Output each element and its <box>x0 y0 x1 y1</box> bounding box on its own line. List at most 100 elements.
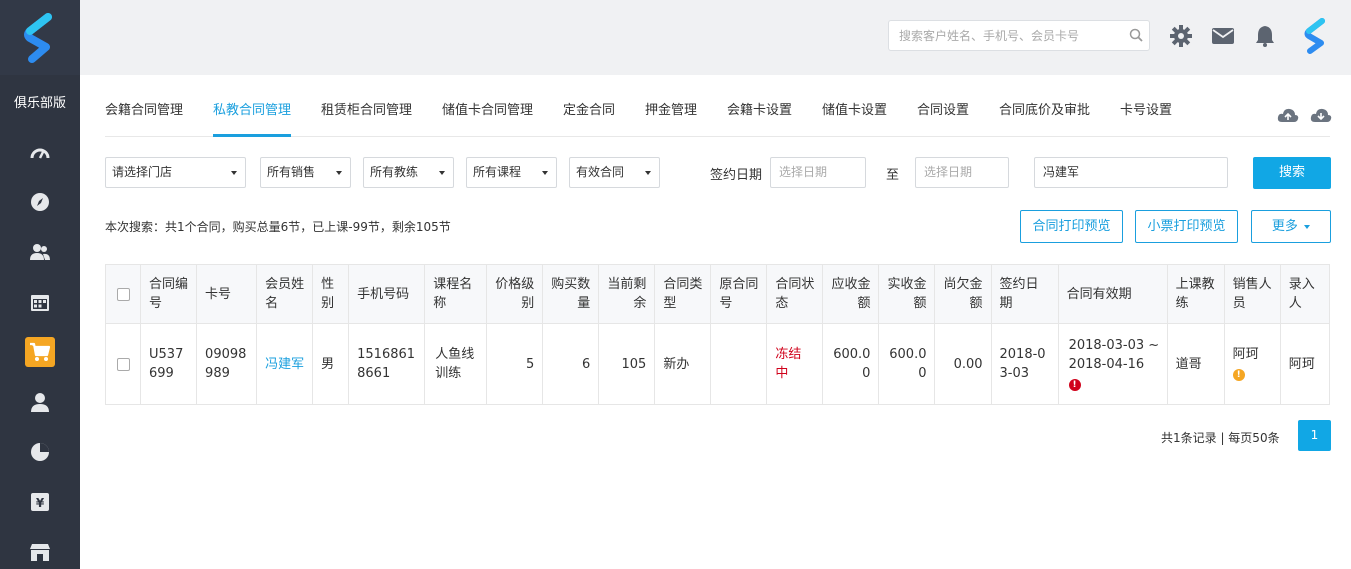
col-sign-date: 签约日期 <box>990 264 1059 324</box>
cell-validity: 2018-03-03 ~ 2018-04-16 ! <box>1057 323 1168 405</box>
select-all-checkbox[interactable] <box>116 287 130 301</box>
date-range-to-label: 至 <box>886 168 900 183</box>
course-select-value: 所有课程 <box>473 165 522 179</box>
cell-owed: 0.00 <box>934 323 992 405</box>
col-gender: 性别 <box>312 264 350 324</box>
svg-text:¥: ¥ <box>36 496 45 510</box>
search-button[interactable]: 搜索 <box>1253 157 1331 189</box>
date-from-field[interactable]: 选择日期 <box>770 157 866 188</box>
search-icon[interactable] <box>1129 28 1143 46</box>
sales-select[interactable]: 所有销售 <box>260 157 351 188</box>
cell-remaining: 105 <box>598 323 656 405</box>
date-to-field[interactable]: 选择日期 <box>915 157 1009 188</box>
warning-icon[interactable]: ! <box>1232 369 1245 381</box>
col-purchase-qty: 购买数量 <box>542 264 600 324</box>
sales-name: 阿珂 <box>1232 347 1259 362</box>
store-select-value: 请选择门店 <box>112 165 173 179</box>
contract-status-select[interactable]: 有效合同 <box>569 157 660 188</box>
cell-contract-no: U537699 <box>140 323 198 405</box>
bell-icon[interactable] <box>1253 24 1277 48</box>
sidebar-item-contracts[interactable] <box>0 327 80 377</box>
app-logo[interactable] <box>0 0 80 75</box>
keyword-input[interactable]: 冯建军 <box>1034 157 1228 188</box>
chevron-down-icon <box>542 171 548 175</box>
cell-gender: 男 <box>312 323 350 405</box>
col-course: 课程名称 <box>424 264 488 324</box>
course-select[interactable]: 所有课程 <box>466 157 557 188</box>
coach-select[interactable]: 所有教练 <box>363 157 454 188</box>
alert-icon[interactable]: ! <box>1068 378 1081 391</box>
tab-membership-card-settings[interactable]: 会籍卡设置 <box>727 86 792 137</box>
page-button-current[interactable]: 1 <box>1298 420 1331 451</box>
tab-locker-contracts[interactable]: 租赁柜合同管理 <box>321 86 412 137</box>
cell-original-contract <box>710 323 768 405</box>
sidebar-item-dashboard[interactable] <box>0 127 80 177</box>
contract-print-preview-button[interactable]: 合同打印预览 <box>1020 210 1123 243</box>
sidebar-item-store[interactable] <box>0 527 80 569</box>
cell-sales: 阿珂 ! <box>1223 323 1281 405</box>
col-member-name: 会员姓名 <box>256 264 314 324</box>
col-sales: 销售人员 <box>1223 264 1281 324</box>
cell-card-no: 09098989 <box>196 323 258 405</box>
tab-stored-value-contracts[interactable]: 储值卡合同管理 <box>442 86 533 137</box>
col-status: 合同状态 <box>766 264 824 324</box>
mail-icon[interactable] <box>1211 24 1235 48</box>
cloud-upload-icon[interactable] <box>1277 107 1299 127</box>
contracts-table: 合同编号 卡号 会员姓名 性别 手机号码 课程名称 价格级别 购买数量 当前剩余… <box>104 264 1331 405</box>
cell-purchase-qty: 6 <box>542 323 600 405</box>
calendar-icon <box>25 287 55 317</box>
cell-member-name-link[interactable]: 冯建军 <box>256 323 314 405</box>
search-summary: 本次搜索：共1个合同，购买总量6节，已上课-99节，剩余105节 <box>105 220 451 234</box>
tab-card-number-settings[interactable]: 卡号设置 <box>1120 86 1172 137</box>
tab-stored-value-card-settings[interactable]: 储值卡设置 <box>822 86 887 137</box>
global-search[interactable] <box>888 20 1150 51</box>
tab-private-coaching-contracts[interactable]: 私教合同管理 <box>213 86 292 137</box>
tab-contract-settings[interactable]: 合同设置 <box>917 86 969 137</box>
user-icon <box>25 387 55 417</box>
contract-status-select-value: 有效合同 <box>576 165 625 179</box>
yen-icon: ¥ <box>25 487 55 517</box>
cloud-download-icon[interactable] <box>1310 107 1332 127</box>
gear-icon[interactable] <box>1169 24 1193 48</box>
table-header-row: 合同编号 卡号 会员姓名 性别 手机号码 课程名称 价格级别 购买数量 当前剩余… <box>104 264 1331 324</box>
col-owed: 尚欠金额 <box>934 264 992 324</box>
sidebar-item-reports[interactable] <box>0 427 80 477</box>
sidebar-item-members[interactable] <box>0 227 80 277</box>
tab-security-deposit[interactable]: 押金管理 <box>645 86 697 137</box>
tab-base-price-approval[interactable]: 合同底价及审批 <box>999 86 1090 137</box>
sidebar-item-compass[interactable] <box>0 177 80 227</box>
chevron-down-icon <box>231 171 237 175</box>
club-edition-label: 俱乐部版 <box>13 95 66 111</box>
compass-icon <box>25 187 55 217</box>
top-header <box>80 0 1351 75</box>
cell-sign-date: 2018-03-03 <box>990 323 1059 405</box>
table-row[interactable]: U537699 09098989 冯建军 男 15168618661 人鱼线训练… <box>104 323 1331 405</box>
cell-contract-type: 新办 <box>654 323 712 405</box>
store-select[interactable]: 请选择门店 <box>105 157 246 188</box>
tab-membership-contracts[interactable]: 会籍合同管理 <box>105 86 183 137</box>
contract-tabs: 会籍合同管理 私教合同管理 租赁柜合同管理 储值卡合同管理 定金合同 押金管理 … <box>105 86 1330 137</box>
sales-select-value: 所有销售 <box>267 165 316 179</box>
tab-deposit-contracts[interactable]: 定金合同 <box>563 86 615 137</box>
sidebar-item-schedule[interactable] <box>0 277 80 327</box>
col-coach: 上课教练 <box>1166 264 1225 324</box>
receipt-print-preview-button[interactable]: 小票打印预览 <box>1135 210 1238 243</box>
col-receivable: 应收金额 <box>822 264 880 324</box>
dashboard-icon <box>25 137 55 167</box>
col-card-no: 卡号 <box>196 264 258 324</box>
sidebar-item-staff[interactable] <box>0 377 80 427</box>
col-original-contract: 原合同号 <box>710 264 768 324</box>
chevron-down-icon <box>645 171 651 175</box>
global-search-input[interactable] <box>889 21 1124 50</box>
logo-icon <box>24 12 52 63</box>
sidebar-item-finance[interactable]: ¥ <box>0 477 80 527</box>
sidebar: 俱乐部版 ¥ <box>0 0 80 569</box>
caret-down-icon <box>1304 224 1311 229</box>
row-checkbox[interactable] <box>116 357 130 371</box>
col-entered-by: 录入人 <box>1279 264 1331 324</box>
pie-chart-icon <box>25 437 55 467</box>
col-validity: 合同有效期 <box>1057 264 1168 324</box>
store-icon <box>25 537 55 567</box>
cell-receivable: 600.00 <box>822 323 880 405</box>
more-actions-button[interactable]: 更多 <box>1251 210 1331 243</box>
